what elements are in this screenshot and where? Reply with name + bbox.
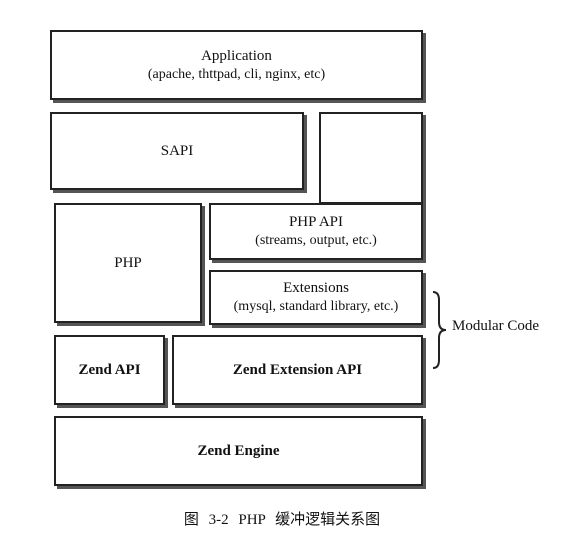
application-box: Application (apache, thttpad, cli, nginx… [50, 30, 423, 100]
zend-engine-box: Zend Engine [54, 416, 423, 486]
figure-caption: 图 3-2 PHP 缓冲逻辑关系图 [183, 512, 381, 528]
php-api-box: PHP API (streams, output, etc.) [209, 203, 423, 260]
zend-api-title: Zend API [78, 361, 141, 378]
sapi-title: SAPI [160, 142, 194, 159]
php-api-title: PHP API [288, 214, 344, 230]
php-title: PHP [114, 254, 142, 271]
php-box: PHP [54, 203, 202, 323]
sapi-extension-box [319, 112, 423, 204]
sapi-box: SAPI [50, 112, 304, 190]
zend-api-box: Zend API [54, 335, 165, 405]
extensions-subtitle: (mysql, standard library, etc.) [233, 299, 399, 314]
zend-extension-api-title: Zend Extension API [232, 361, 363, 378]
extensions-box: Extensions (mysql, standard library, etc… [209, 270, 423, 325]
zend-engine-title: Zend Engine [197, 442, 280, 459]
modular-code-brace [432, 291, 447, 369]
extensions-title: Extensions [283, 280, 349, 296]
modular-code-label: Modular Code [452, 318, 540, 334]
zend-extension-api-box: Zend Extension API [172, 335, 423, 405]
php-api-subtitle: (streams, output, etc.) [255, 233, 377, 248]
application-title: Application [201, 47, 272, 64]
application-subtitle: (apache, thttpad, cli, nginx, etc) [147, 66, 326, 82]
